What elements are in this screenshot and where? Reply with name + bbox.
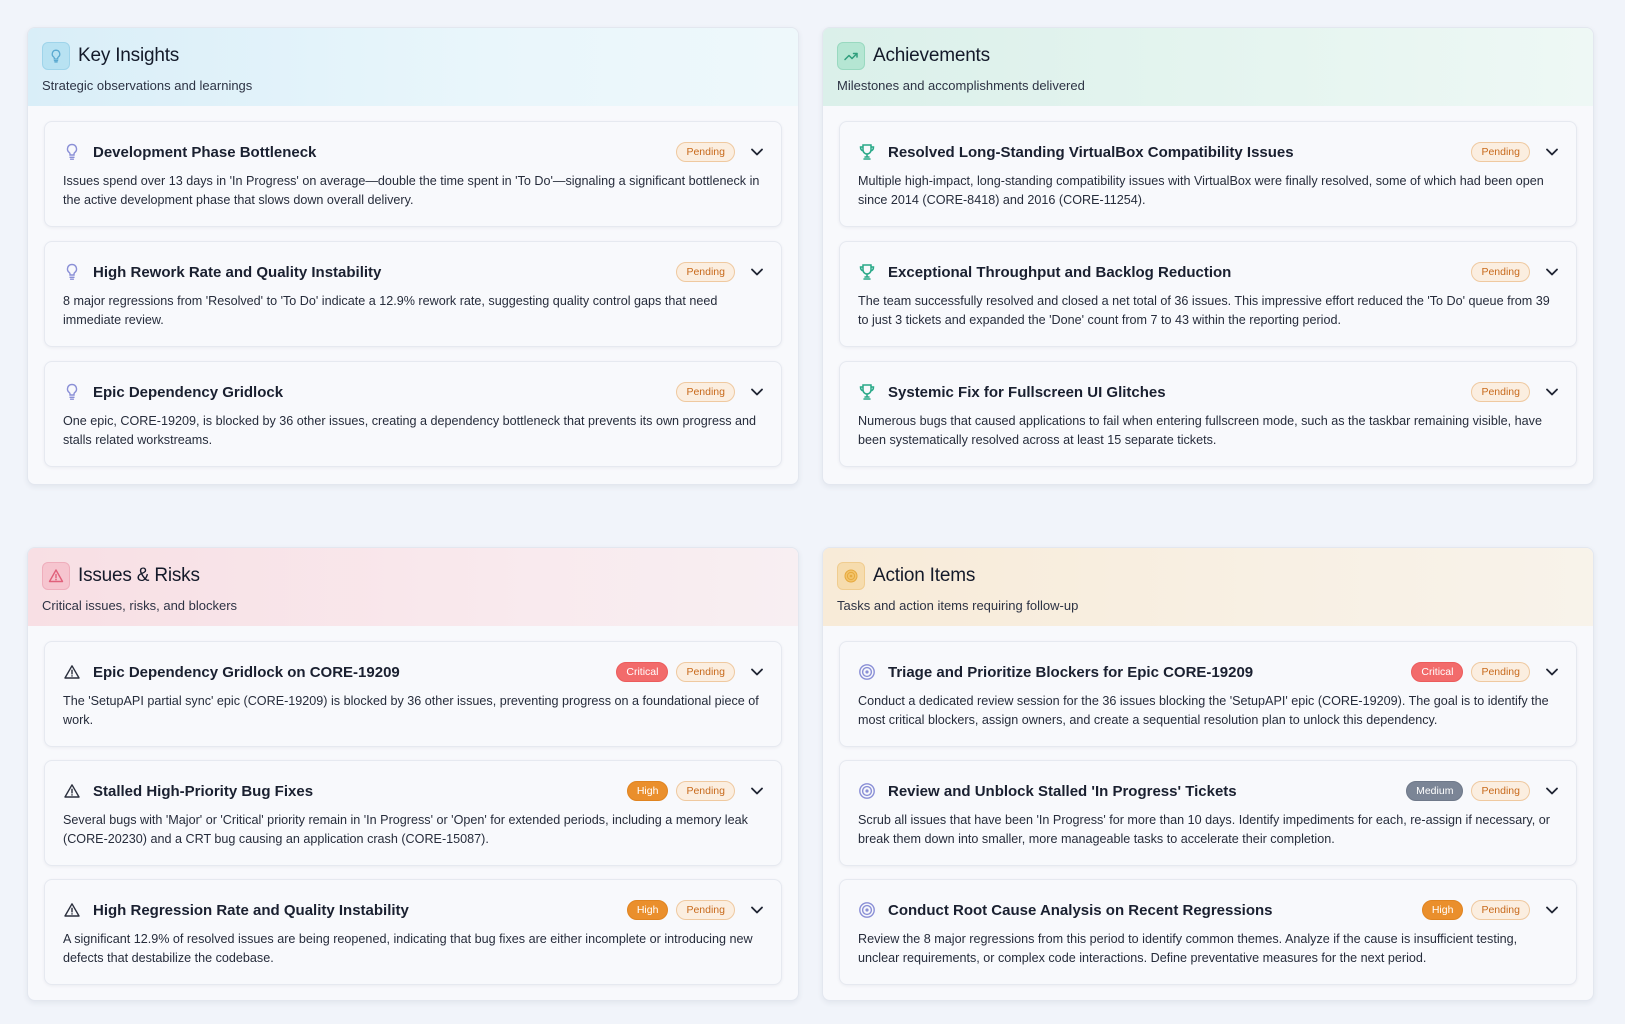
priority-badge: High: [626, 781, 669, 801]
chevron-down-icon[interactable]: [1544, 144, 1560, 160]
warning-icon: [42, 562, 70, 590]
target-icon: [858, 782, 876, 800]
priority-badge: High: [1421, 900, 1464, 920]
insight-card[interactable]: Epic Dependency Gridlock Pending One epi…: [44, 361, 782, 467]
card-description: Review the 8 major regressions from this…: [858, 932, 1518, 965]
card-title: Exceptional Throughput and Backlog Reduc…: [888, 263, 1232, 281]
panel-title: Action Items: [873, 565, 976, 586]
panel-title: Issues & Risks: [78, 565, 200, 586]
panel-subtitle: Critical issues, risks, and blockers: [42, 598, 238, 613]
panel-title: Key Insights: [78, 45, 180, 66]
chevron-down-icon[interactable]: [749, 664, 765, 680]
card-title: Systemic Fix for Fullscreen UI Glitches: [888, 383, 1166, 401]
status-badge: Pending: [676, 900, 735, 920]
target-icon: [858, 663, 876, 681]
priority-badge: High: [626, 900, 669, 920]
priority-badge: Medium: [1406, 781, 1464, 801]
card-description: Issues spend over 13 days in 'In Progres…: [63, 174, 760, 207]
status-badge: Pending: [676, 262, 735, 282]
panel-title: Achievements: [873, 45, 990, 66]
achievements-panel: Achievements Milestones and accomplishme…: [822, 27, 1594, 485]
card-title: Triage and Prioritize Blockers for Epic …: [888, 663, 1254, 681]
insight-card[interactable]: Development Phase Bottleneck Pending Iss…: [44, 121, 782, 227]
action-card[interactable]: Review and Unblock Stalled 'In Progress'…: [839, 760, 1577, 866]
issues-risks-header: Issues & Risks Critical issues, risks, a…: [28, 548, 798, 626]
trending-up-icon: [837, 42, 865, 70]
target-icon: [837, 562, 865, 590]
action-items-header: Action Items Tasks and action items requ…: [823, 548, 1593, 626]
achievement-card[interactable]: Resolved Long-Standing VirtualBox Compat…: [839, 121, 1577, 227]
action-items-panel: Action Items Tasks and action items requ…: [822, 547, 1594, 1001]
trophy-icon: [858, 263, 876, 281]
warning-icon: [63, 782, 81, 800]
card-title: Development Phase Bottleneck: [93, 143, 317, 161]
status-badge: Pending: [1471, 382, 1530, 402]
warning-icon: [63, 663, 81, 681]
card-title: Epic Dependency Gridlock on CORE-19209: [93, 663, 400, 681]
action-card[interactable]: Conduct Root Cause Analysis on Recent Re…: [839, 879, 1577, 985]
card-description: One epic, CORE-19209, is blocked by 36 o…: [63, 414, 757, 447]
card-title: Stalled High-Priority Bug Fixes: [93, 782, 314, 800]
chevron-down-icon[interactable]: [749, 144, 765, 160]
lightbulb-icon: [63, 383, 81, 401]
chevron-down-icon[interactable]: [1544, 264, 1560, 280]
warning-icon: [63, 901, 81, 919]
issues-risks-panel: Issues & Risks Critical issues, risks, a…: [27, 547, 799, 1001]
card-description: Scrub all issues that have been 'In Prog…: [858, 813, 1550, 846]
status-badge: Pending: [1471, 662, 1530, 682]
card-description: A significant 12.9% of resolved issues a…: [63, 932, 753, 965]
trophy-icon: [858, 143, 876, 161]
card-description: The 'SetupAPI partial sync' epic (CORE-1…: [63, 694, 759, 727]
insight-card[interactable]: High Rework Rate and Quality Instability…: [44, 241, 782, 347]
card-description: The team successfully resolved and close…: [858, 294, 1550, 327]
card-description: Several bugs with 'Major' or 'Critical' …: [63, 813, 748, 846]
achievement-card[interactable]: Exceptional Throughput and Backlog Reduc…: [839, 241, 1577, 347]
card-title: High Rework Rate and Quality Instability: [93, 263, 382, 281]
status-badge: Pending: [676, 662, 735, 682]
chevron-down-icon[interactable]: [1544, 902, 1560, 918]
card-title: Conduct Root Cause Analysis on Recent Re…: [888, 901, 1273, 919]
status-badge: Pending: [676, 781, 735, 801]
key-insights-panel: Key Insights Strategic observations and …: [27, 27, 799, 485]
priority-badge: Critical: [1411, 662, 1464, 682]
card-title: High Regression Rate and Quality Instabi…: [93, 901, 409, 919]
card-title: Resolved Long-Standing VirtualBox Compat…: [888, 143, 1294, 161]
trophy-icon: [858, 383, 876, 401]
panel-subtitle: Strategic observations and learnings: [42, 78, 253, 93]
status-badge: Pending: [1471, 781, 1530, 801]
status-badge: Pending: [1471, 262, 1530, 282]
issue-card[interactable]: Stalled High-Priority Bug Fixes High Pen…: [44, 760, 782, 866]
status-badge: Pending: [676, 142, 735, 162]
issue-card[interactable]: Epic Dependency Gridlock on CORE-19209 C…: [44, 641, 782, 747]
panel-subtitle: Tasks and action items requiring follow-…: [837, 598, 1079, 613]
chevron-down-icon[interactable]: [1544, 783, 1560, 799]
chevron-down-icon[interactable]: [749, 783, 765, 799]
card-description: Multiple high-impact, long-standing comp…: [858, 174, 1544, 207]
chevron-down-icon[interactable]: [749, 902, 765, 918]
card-title: Epic Dependency Gridlock: [93, 383, 284, 401]
card-description: Conduct a dedicated review session for t…: [858, 694, 1549, 727]
priority-badge: Critical: [616, 662, 669, 682]
issue-card[interactable]: High Regression Rate and Quality Instabi…: [44, 879, 782, 985]
chevron-down-icon[interactable]: [749, 264, 765, 280]
card-description: Numerous bugs that caused applications t…: [858, 414, 1542, 447]
card-description: 8 major regressions from 'Resolved' to '…: [63, 294, 718, 327]
chevron-down-icon[interactable]: [749, 384, 765, 400]
status-badge: Pending: [676, 382, 735, 402]
chevron-down-icon[interactable]: [1544, 384, 1560, 400]
lightbulb-icon: [63, 143, 81, 161]
lightbulb-icon: [63, 263, 81, 281]
card-title: Review and Unblock Stalled 'In Progress'…: [888, 782, 1237, 800]
lightbulb-icon: [42, 42, 70, 70]
key-insights-header: Key Insights Strategic observations and …: [28, 28, 798, 106]
achievements-header: Achievements Milestones and accomplishme…: [823, 28, 1593, 106]
chevron-down-icon[interactable]: [1544, 664, 1560, 680]
status-badge: Pending: [1471, 900, 1530, 920]
target-icon: [858, 901, 876, 919]
status-badge: Pending: [1471, 142, 1530, 162]
action-card[interactable]: Triage and Prioritize Blockers for Epic …: [839, 641, 1577, 747]
panel-subtitle: Milestones and accomplishments delivered: [837, 78, 1085, 93]
achievement-card[interactable]: Systemic Fix for Fullscreen UI Glitches …: [839, 361, 1577, 467]
